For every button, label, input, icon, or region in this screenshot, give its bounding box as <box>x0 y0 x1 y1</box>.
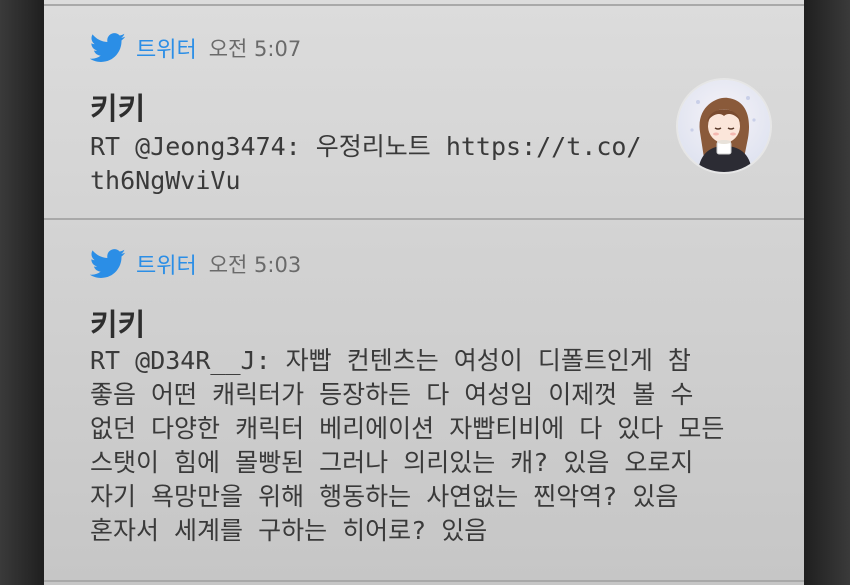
notification-text: RT @D34R__J: 자빱 컨텐츠는 여성이 디폴트인게 참 좋음 어떤 캐… <box>90 346 725 545</box>
notification-header: 트위터 오전 5:07 <box>89 30 302 66</box>
notification-text: RT @Jeong3474: 우정리노트 https://t.co/ th6Ng… <box>90 132 642 195</box>
notification-time: 오전 5:07 <box>208 37 302 61</box>
notification-header: 트위터 오전 5:03 <box>89 246 302 282</box>
bottom-divider <box>44 580 804 582</box>
notification-source: 트위터 <box>136 254 197 279</box>
screen-frame-right <box>804 0 850 585</box>
notification-item[interactable]: 트위터 오전 5:03 키키 RT @D34R__J: 자빱 컨텐츠는 여성이 … <box>44 220 804 585</box>
notification-source: 트위터 <box>136 38 197 63</box>
notification-panel[interactable]: 트위터 오전 5:07 키키 RT @Jeong3474: 우정리노트 http… <box>44 0 804 585</box>
screen-frame-left <box>0 0 44 585</box>
notification-author: 키키 <box>90 308 146 343</box>
notification-author: 키키 <box>90 92 146 127</box>
avatar <box>676 78 772 174</box>
twitter-bird-icon <box>89 249 126 279</box>
notification-item[interactable]: 트위터 오전 5:07 키키 RT @Jeong3474: 우정리노트 http… <box>44 0 804 220</box>
notification-time: 오전 5:03 <box>208 253 302 277</box>
twitter-bird-icon <box>89 33 126 63</box>
